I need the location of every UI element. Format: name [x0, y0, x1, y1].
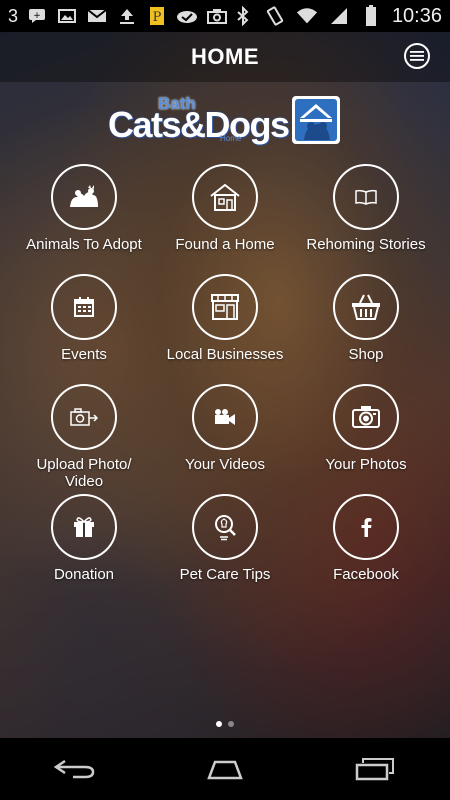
menu-circle[interactable] [333, 494, 399, 560]
signal-icon [328, 5, 350, 27]
gmail-icon [86, 5, 108, 27]
clock: 10:36 [391, 4, 442, 27]
check-cloud-icon [176, 5, 198, 27]
home-icon [207, 760, 243, 780]
svg-text:P: P [153, 10, 162, 25]
menu-circle[interactable] [192, 274, 258, 340]
status-bar: 3 + P 10:36 [0, 0, 450, 32]
storefront-icon [211, 294, 239, 320]
rotate-icon [264, 5, 286, 27]
book-icon [355, 189, 377, 205]
menu-item-label: Facebook [333, 566, 399, 583]
menu-item-label: Events [61, 346, 107, 363]
camera-upload-icon [70, 408, 99, 426]
logo-home: Home [220, 134, 242, 143]
app-content: HOME Bath Cats&Dogs Home Animals To Adop [0, 32, 450, 738]
menu-item-label: Pet Care Tips [179, 566, 271, 583]
logo-main: Cats&Dogs [108, 104, 290, 145]
pets-icon [70, 185, 98, 207]
menu-circle[interactable] [192, 384, 258, 450]
menu-item-label: Rehoming Stories [306, 236, 426, 253]
menu-item-label: Your Photos [325, 456, 407, 473]
status-right: 10:36 [232, 5, 442, 28]
menu-circle[interactable] [192, 494, 258, 560]
video-camera-icon [215, 409, 235, 425]
status-left: 3 + P [8, 5, 228, 27]
camera-icon [352, 406, 380, 428]
lightbulb-search-icon [215, 515, 236, 541]
menu-circle[interactable] [51, 494, 117, 560]
menu-circle[interactable] [51, 164, 117, 230]
menu-item-donation[interactable]: Donation [9, 494, 159, 583]
menu-circle[interactable] [333, 164, 399, 230]
menu-item-facebook[interactable]: Facebook [291, 494, 441, 583]
menu-item-events[interactable]: Events [9, 274, 159, 363]
facebook-icon [361, 518, 372, 537]
menu-item-label: Local Businesses [166, 346, 284, 363]
home-button[interactable] [195, 749, 255, 789]
menu-item-found-a-home[interactable]: Found a Home [150, 164, 300, 253]
menu-item-upload-photo-video[interactable]: Upload Photo/ Video [9, 384, 159, 490]
menu-circle[interactable] [333, 384, 399, 450]
hamburger-icon [410, 51, 424, 61]
app-icon: P [146, 5, 168, 27]
sms-icon: + [26, 5, 48, 27]
notification-count: 3 [8, 5, 19, 26]
menu-item-label: Upload Photo/ Video [36, 456, 132, 490]
header-bar: HOME [0, 32, 450, 82]
menu-item-label: Found a Home [175, 236, 275, 253]
menu-circle[interactable] [51, 274, 117, 340]
menu-button[interactable] [404, 43, 430, 69]
back-button[interactable] [45, 749, 105, 789]
menu-item-your-videos[interactable]: Your Videos [150, 384, 300, 473]
bluetooth-icon [232, 5, 254, 27]
menu-item-local-businesses[interactable]: Local Businesses [150, 274, 300, 363]
camera-icon [206, 5, 228, 27]
page-dot-active[interactable] [216, 721, 222, 727]
system-nav-bar [0, 738, 450, 800]
menu-item-label: Shop [348, 346, 384, 363]
menu-item-label: Your Videos [184, 456, 266, 473]
upload-icon [116, 5, 138, 27]
menu-item-pet-care-tips[interactable]: Pet Care Tips [150, 494, 300, 583]
menu-circle[interactable] [333, 274, 399, 340]
menu-circle[interactable] [192, 164, 258, 230]
logo-badge-icon [292, 96, 340, 144]
image-icon [56, 5, 78, 27]
page-dot[interactable] [228, 721, 234, 727]
basket-icon [352, 294, 380, 320]
menu-item-your-photos[interactable]: Your Photos [291, 384, 441, 473]
recents-button[interactable] [345, 749, 405, 789]
calendar-icon [74, 297, 94, 317]
svg-text:+: + [33, 11, 41, 21]
menu-circle[interactable] [51, 384, 117, 450]
menu-item-label: Donation [53, 566, 115, 583]
app-logo: Bath Cats&Dogs Home [108, 94, 342, 148]
gift-icon [74, 517, 94, 537]
back-icon [53, 759, 95, 779]
page-title: HOME [191, 44, 259, 69]
wifi-icon [296, 5, 318, 27]
menu-item-label: Animals To Adopt [26, 236, 142, 253]
page-indicator [0, 721, 450, 727]
recents-icon [355, 758, 394, 781]
house-icon [210, 183, 240, 211]
menu-item-rehoming-stories[interactable]: Rehoming Stories [291, 164, 441, 253]
battery-icon [360, 5, 382, 27]
menu-item-animals-to-adopt[interactable]: Animals To Adopt [9, 164, 159, 253]
menu-item-shop[interactable]: Shop [291, 274, 441, 363]
